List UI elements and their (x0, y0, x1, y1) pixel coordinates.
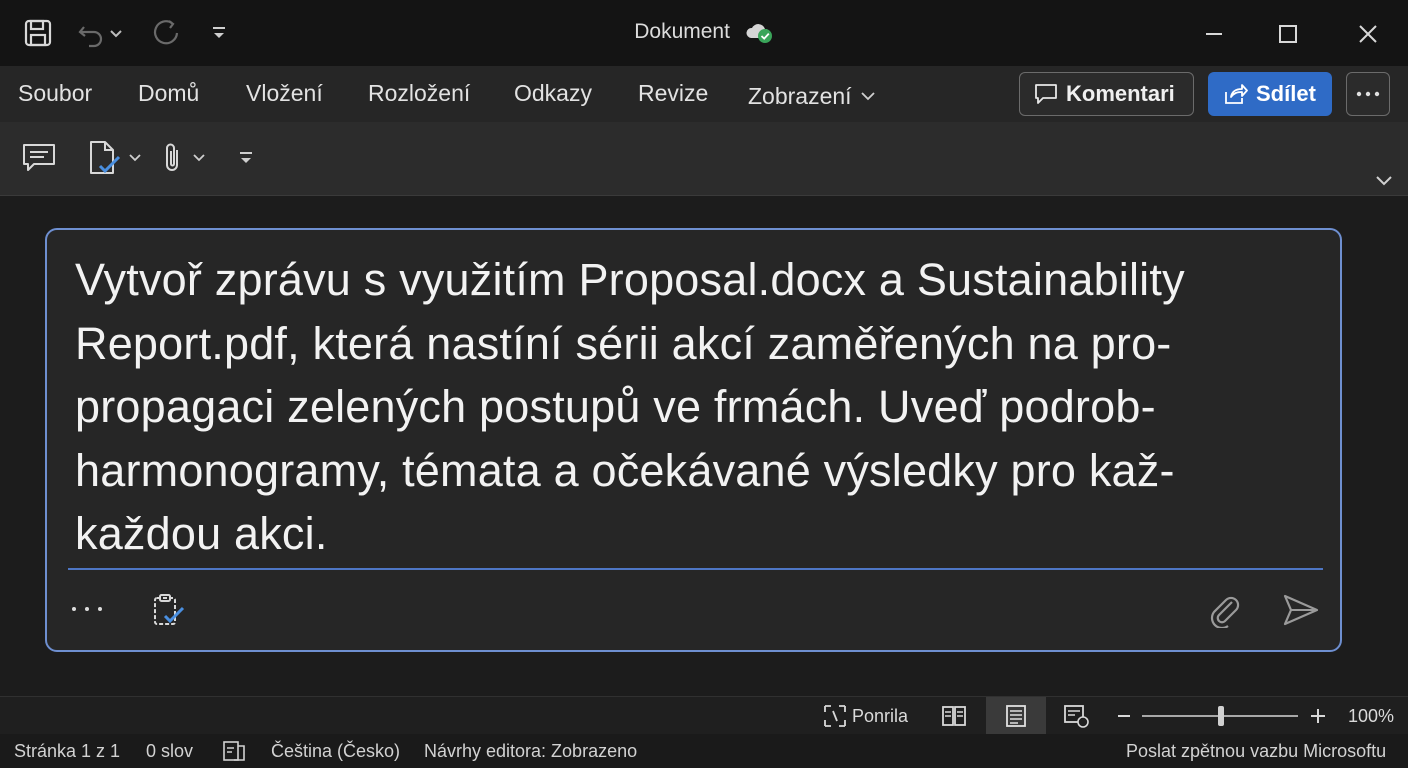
close-button[interactable] (1344, 14, 1392, 54)
prompt-line: harmonogramy, témata a očekávané výsledk… (75, 444, 1175, 496)
ellipsis-icon (1356, 91, 1380, 97)
zoom-slider-thumb[interactable] (1218, 706, 1224, 726)
menu-soubor[interactable]: Soubor (18, 80, 92, 107)
menu-odkazy[interactable]: Odkazy (514, 80, 592, 107)
focus-label: Ponrila (852, 705, 909, 726)
editor-check-icon[interactable] (88, 140, 142, 176)
comment-icon (1035, 84, 1057, 104)
editor-suggestions[interactable]: Návrhy editora: Zobrazeno (424, 741, 637, 762)
web-layout-icon (1064, 705, 1089, 728)
more-icon[interactable] (67, 594, 107, 624)
customize-icon[interactable] (238, 140, 254, 176)
feedback-link[interactable]: Poslat zpětnou vazbu Microsoftu (1126, 741, 1386, 762)
focus-icon (824, 705, 846, 727)
prompt-line: každou akci. (75, 508, 328, 559)
comments-button[interactable]: Komentari (1019, 72, 1194, 116)
read-mode-icon (942, 706, 966, 726)
menu-rozlozeni[interactable]: Rozložení (368, 80, 470, 107)
language-indicator[interactable]: Čeština (Česko) (271, 741, 400, 762)
menu-revize[interactable]: Revize (638, 80, 708, 107)
print-layout-button[interactable] (986, 697, 1046, 735)
comments-button-label: Komentari (1066, 81, 1175, 106)
menu-bar: Soubor Domů Vložení Rozložení Odkazy Rev… (0, 66, 1408, 122)
send-icon[interactable] (1280, 590, 1322, 630)
web-layout-button[interactable] (1058, 697, 1094, 735)
comment-icon[interactable] (22, 140, 56, 176)
attach-icon[interactable] (1205, 592, 1243, 630)
prompt-line: Vytvoř zprávu s využitím Proposal.docx a… (75, 254, 1185, 305)
menu-zobrazeni-label: Zobrazení (748, 83, 852, 109)
clipboard-check-icon[interactable] (147, 592, 191, 628)
document-name: Dokument (634, 20, 730, 43)
zoom-level[interactable]: 100% (1348, 697, 1394, 735)
view-bar: Ponrila 100% (0, 696, 1408, 735)
zoom-out-button[interactable] (1114, 697, 1134, 735)
share-icon (1225, 84, 1248, 104)
ribbon (0, 122, 1408, 196)
zoom-in-icon (1311, 709, 1325, 723)
menu-zobrazeni[interactable]: Zobrazení (748, 80, 876, 110)
accessibility-icon[interactable] (222, 740, 246, 767)
focus-button[interactable]: Ponrila (822, 697, 908, 735)
status-bar: Stránka 1 z 1 0 slov Čeština (Česko) Náv… (0, 734, 1408, 768)
close-icon (1359, 25, 1377, 43)
copilot-prompt-box[interactable]: Vytvoř zprávu s využitím Proposal.docx a… (45, 228, 1342, 652)
maximize-button[interactable] (1264, 14, 1312, 54)
menu-domu[interactable]: Domů (138, 80, 199, 107)
minimize-icon (1206, 33, 1222, 35)
prompt-input[interactable]: Vytvoř zprávu s využitím Proposal.docx a… (75, 248, 1285, 566)
menu-vlozeni[interactable]: Vložení (246, 80, 323, 107)
share-button[interactable]: Sdílet (1208, 72, 1332, 116)
prompt-divider (68, 568, 1323, 570)
minimize-button[interactable] (1190, 14, 1238, 54)
word-count[interactable]: 0 slov (146, 741, 193, 762)
print-layout-icon (1006, 705, 1026, 727)
more-options-button[interactable] (1346, 72, 1390, 116)
prompt-line: propagaci zelených postupů ve frmách. Uv… (75, 381, 1156, 432)
prompt-line: Report.pdf, která nastíní sérii akcí zam… (75, 317, 1172, 369)
page-count[interactable]: Stránka 1 z 1 (14, 741, 120, 762)
share-button-label: Sdílet (1256, 81, 1316, 106)
attach-icon[interactable] (160, 140, 206, 176)
chevron-down-icon (193, 154, 205, 162)
chevron-down-icon (860, 80, 876, 107)
title-bar: Dokument (0, 0, 1408, 66)
maximize-icon (1279, 25, 1297, 43)
zoom-in-button[interactable] (1308, 697, 1328, 735)
chevron-down-icon (129, 154, 141, 162)
collapse-ribbon-icon[interactable] (1374, 162, 1394, 198)
read-mode-button[interactable] (934, 697, 974, 735)
zoom-out-icon (1118, 715, 1130, 717)
cloud-saved-icon (744, 20, 774, 50)
